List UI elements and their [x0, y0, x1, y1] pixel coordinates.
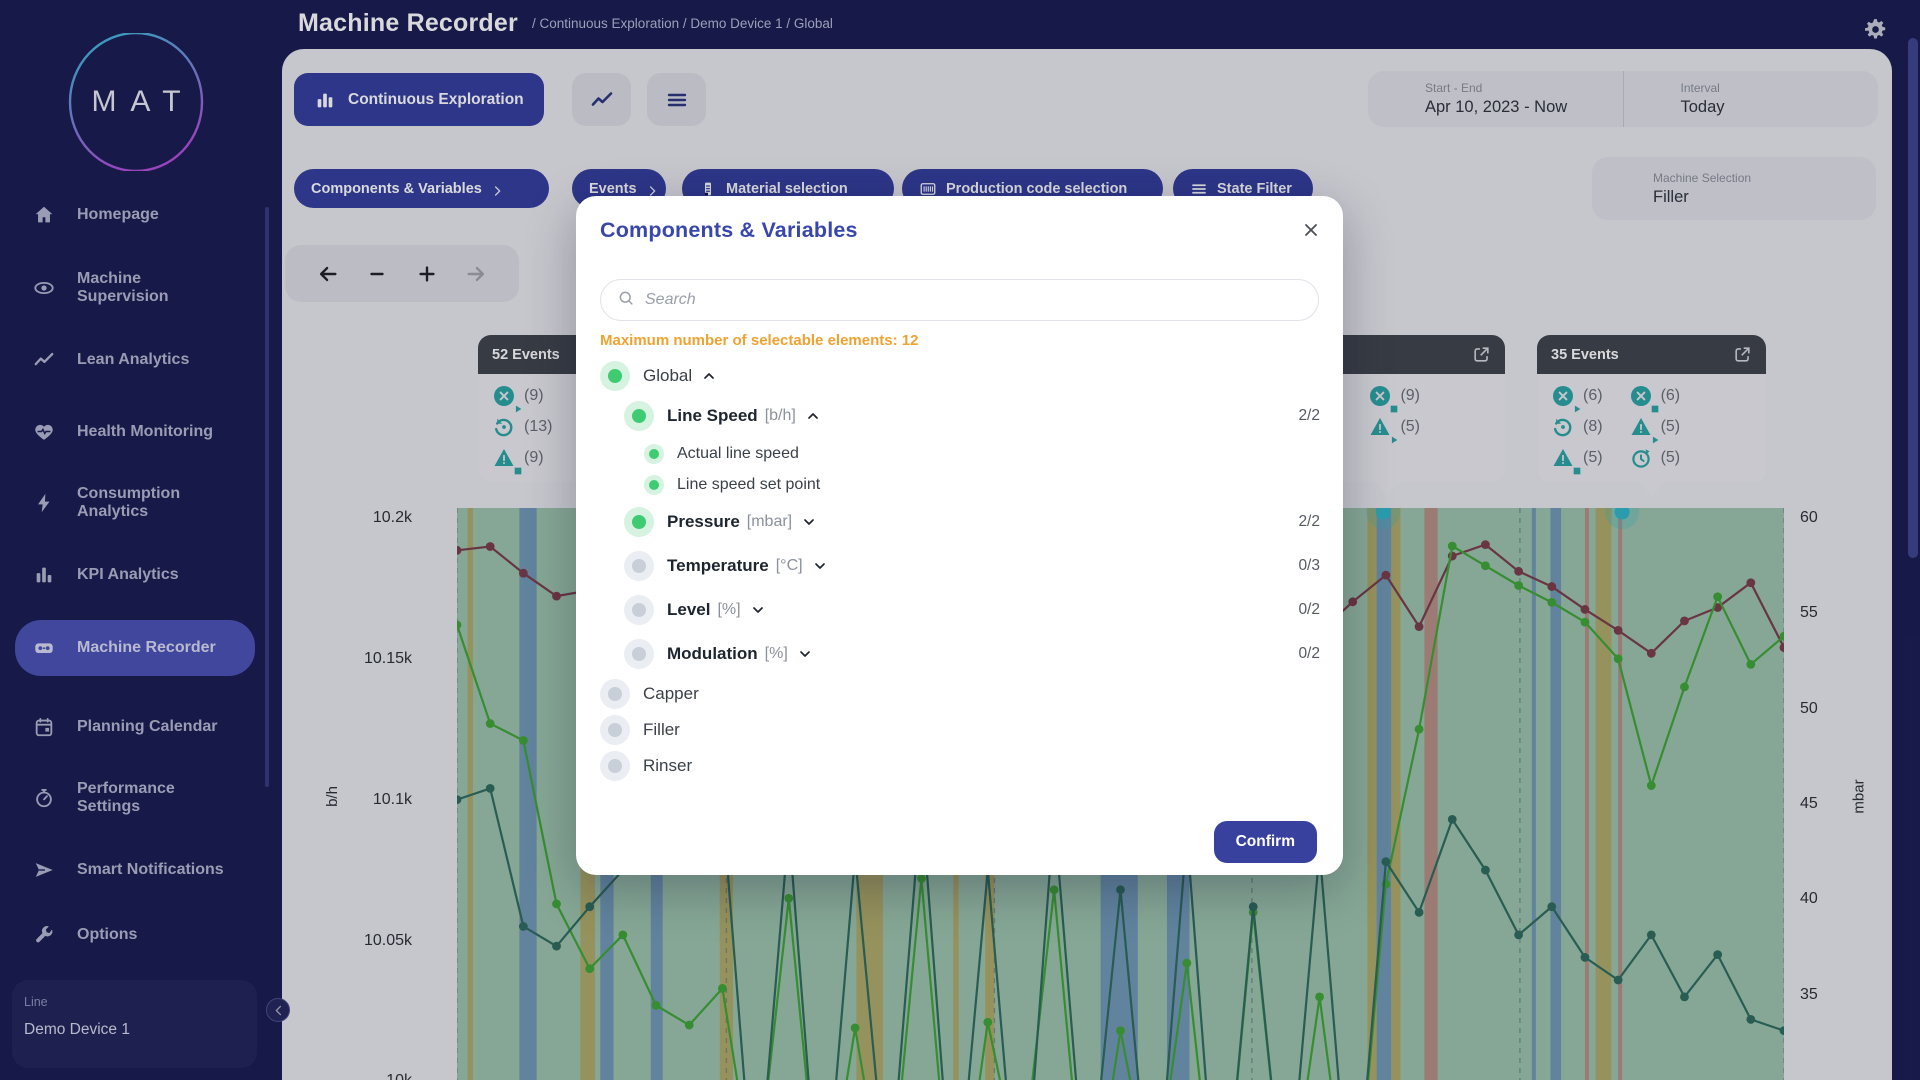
selection-dot-inner [649, 449, 659, 459]
components-variables-modal: Components & Variables Maximum number of… [576, 196, 1343, 875]
tree-item-modulation[interactable]: Modulation [%] 0/2 [576, 632, 1343, 676]
confirm-button[interactable]: Confirm [1214, 821, 1317, 863]
selection-dot-inner [632, 647, 646, 661]
selection-dot[interactable] [624, 595, 654, 625]
tree-item-capper[interactable]: Capper [576, 676, 1343, 712]
selection-dot[interactable] [600, 679, 630, 709]
tree-item-pressure[interactable]: Pressure [mbar] 2/2 [576, 500, 1343, 544]
selection-count: 2/2 [1298, 407, 1320, 425]
tree-item-level[interactable]: Level [%] 0/2 [576, 588, 1343, 632]
selection-dot-inner [608, 759, 622, 773]
selection-dot-inner [608, 687, 622, 701]
tree-item-label: Filler [643, 720, 680, 740]
selection-count: 0/2 [1298, 601, 1320, 619]
chevron-up-icon[interactable] [701, 368, 717, 384]
tree-item-temperature[interactable]: Temperature [°C] 0/3 [576, 544, 1343, 588]
max-selection-warning: Maximum number of selectable elements: 1… [600, 332, 918, 349]
app-root: Machine Recorder / Continuous Exploratio… [0, 0, 1920, 1080]
selection-dot-inner [649, 480, 659, 490]
tree-item-label: Rinser [643, 756, 692, 776]
search-field[interactable] [600, 279, 1319, 321]
tree-item-filler[interactable]: Filler [576, 712, 1343, 748]
selection-dot[interactable] [624, 401, 654, 431]
selection-dot-inner [608, 723, 622, 737]
selection-dot-inner [632, 603, 646, 617]
component-tree: Global Line Speed [b/h] 2/2 Actual line spee… [576, 358, 1343, 784]
selection-dot[interactable] [600, 361, 630, 391]
tree-item-unit: [b/h] [765, 407, 796, 425]
tree-item-label: Line speed set point [677, 476, 820, 494]
selection-count: 0/2 [1298, 645, 1320, 663]
selection-dot-inner [632, 409, 646, 423]
selection-count: 0/3 [1298, 557, 1320, 575]
tree-item-label: Global [643, 366, 692, 386]
search-input[interactable] [645, 291, 1302, 309]
modal-title: Components & Variables [600, 218, 1319, 243]
close-icon[interactable] [1301, 220, 1321, 240]
selection-dot[interactable] [624, 551, 654, 581]
tree-item-unit: [%] [765, 645, 788, 663]
tree-item-line-speed-set-point[interactable]: Line speed set point [576, 469, 1343, 500]
selection-dot[interactable] [624, 639, 654, 669]
tree-item-label: Pressure [667, 512, 740, 532]
selection-count: 2/2 [1298, 513, 1320, 531]
tree-item-label: Actual line speed [677, 445, 799, 463]
selection-dot[interactable] [600, 715, 630, 745]
tree-item-rinser[interactable]: Rinser [576, 748, 1343, 784]
tree-item-unit: [°C] [776, 557, 803, 575]
tree-item-global[interactable]: Global [576, 358, 1343, 394]
selection-dot[interactable] [644, 444, 664, 464]
selection-dot[interactable] [600, 751, 630, 781]
selection-dot[interactable] [644, 475, 664, 495]
chevron-down-icon[interactable] [750, 602, 766, 618]
tree-item-unit: [mbar] [747, 513, 792, 531]
chevron-up-icon[interactable] [805, 408, 821, 424]
search-icon [617, 289, 635, 312]
tree-item-unit: [%] [717, 601, 740, 619]
chevron-down-icon[interactable] [812, 558, 828, 574]
tree-item-label: Level [667, 600, 710, 620]
selection-dot[interactable] [624, 507, 654, 537]
tree-item-actual-line-speed[interactable]: Actual line speed [576, 438, 1343, 469]
chevron-down-icon[interactable] [797, 646, 813, 662]
selection-dot-inner [608, 369, 622, 383]
tree-item-label: Modulation [667, 644, 758, 664]
tree-item-label: Capper [643, 684, 699, 704]
tree-item-line-speed[interactable]: Line Speed [b/h] 2/2 [576, 394, 1343, 438]
selection-dot-inner [632, 515, 646, 529]
tree-item-label: Line Speed [667, 406, 758, 426]
tree-item-label: Temperature [667, 556, 769, 576]
chevron-down-icon[interactable] [801, 514, 817, 530]
selection-dot-inner [632, 559, 646, 573]
